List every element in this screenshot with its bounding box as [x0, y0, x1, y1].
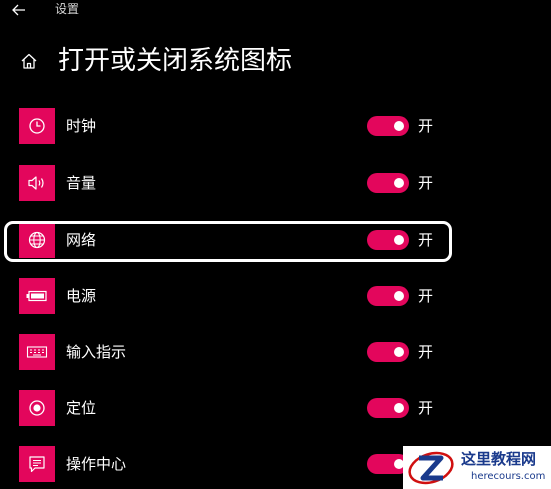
highlight-box [4, 221, 452, 262]
toggle-knob [394, 347, 404, 357]
tile-volume [19, 165, 55, 201]
home-icon [21, 53, 37, 69]
action-center-icon [29, 456, 45, 473]
settings-window: 设置 打开或关闭系统图标 时钟 开 音量 开 网络 开 电源 开 输入指示 开 … [0, 0, 551, 489]
toggle-knob [394, 403, 404, 413]
toggle-clock[interactable] [367, 116, 409, 136]
toggle-power[interactable] [367, 286, 409, 306]
item-label: 操作中心 [66, 455, 127, 473]
toggle-location[interactable] [367, 398, 409, 418]
tile-input-indicator [19, 334, 55, 370]
watermark-logo-icon [408, 451, 454, 485]
item-label: 电源 [66, 287, 97, 305]
tile-power [19, 278, 55, 314]
back-arrow-icon [12, 4, 25, 16]
list-item-power: 电源 开 [0, 278, 551, 320]
clock-icon [29, 118, 45, 134]
back-button[interactable] [6, 0, 32, 20]
list-item-input-indicator: 输入指示 开 [0, 334, 551, 376]
page-header: 打开或关闭系统图标 [0, 38, 551, 84]
item-label: 输入指示 [66, 343, 127, 361]
window-title: 设置 [55, 2, 80, 16]
keyboard-icon [26, 346, 48, 358]
toggle-input-indicator[interactable] [367, 342, 409, 362]
toggle-knob [394, 121, 404, 131]
location-icon [29, 400, 45, 416]
toggle-state-label: 开 [418, 174, 434, 192]
toggle-knob [394, 291, 404, 301]
toggle-state-label: 开 [418, 343, 434, 361]
home-button[interactable] [16, 48, 42, 74]
tile-location [19, 390, 55, 426]
volume-icon [28, 176, 44, 190]
watermark-url: herecours.com [471, 471, 546, 482]
tile-clock [19, 108, 55, 144]
toggle-state-label: 开 [418, 399, 434, 417]
toggle-volume[interactable] [367, 173, 409, 193]
watermark-name: 这里教程网 [461, 450, 537, 468]
toggle-knob [394, 178, 404, 188]
list-item-volume: 音量 开 [0, 165, 551, 207]
list-item-location: 定位 开 [0, 390, 551, 432]
toggle-state-label: 开 [418, 287, 434, 305]
watermark: 这里教程网 herecours.com [403, 446, 551, 489]
item-label: 定位 [66, 399, 97, 417]
list-item-clock: 时钟 开 [0, 108, 551, 150]
item-label: 音量 [66, 174, 97, 192]
toggle-state-label: 开 [418, 117, 434, 135]
page-title: 打开或关闭系统图标 [58, 46, 293, 76]
tile-action-center [19, 446, 55, 482]
title-bar: 设置 [0, 0, 551, 22]
item-label: 时钟 [66, 117, 97, 135]
battery-icon [26, 290, 47, 302]
